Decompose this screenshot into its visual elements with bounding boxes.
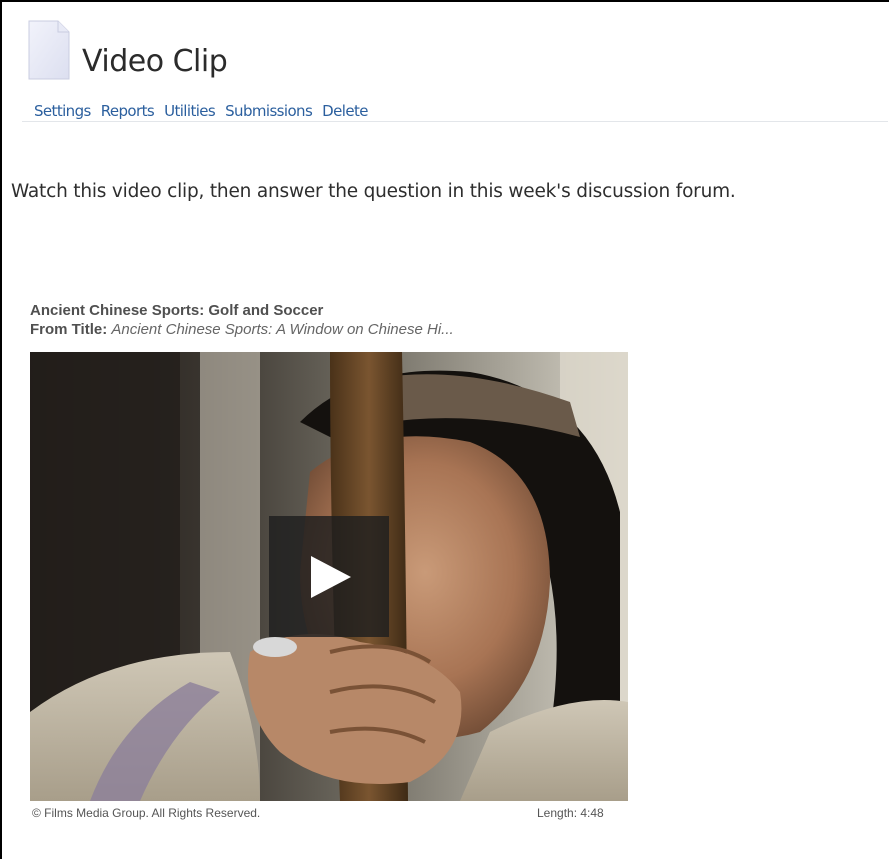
page-title: Video Clip [82,44,228,79]
tab-utilities[interactable]: Utilities [159,100,220,121]
play-button[interactable] [269,516,389,637]
from-title-value[interactable]: Ancient Chinese Sports: A Window on Chin… [111,321,453,338]
from-title: From Title: Ancient Chinese Sports: A Wi… [30,321,454,338]
copyright-notice: © Films Media Group. All Rights Reserved… [32,806,261,820]
video-title: Ancient Chinese Sports: Golf and Soccer [30,302,324,319]
tab-reports[interactable]: Reports [96,100,159,121]
tab-delete[interactable]: Delete [317,100,373,121]
play-icon [311,556,351,598]
tab-submissions[interactable]: Submissions [220,100,317,121]
video-player[interactable] [30,352,628,801]
tab-settings[interactable]: Settings [22,100,96,121]
video-length: Length: 4:48 [537,806,604,820]
document-icon [28,20,70,80]
instructions-text: Watch this video clip, then answer the q… [11,181,736,202]
from-title-label: From Title: [30,321,108,338]
action-tabs: Settings Reports Utilities Submissions D… [22,100,888,122]
